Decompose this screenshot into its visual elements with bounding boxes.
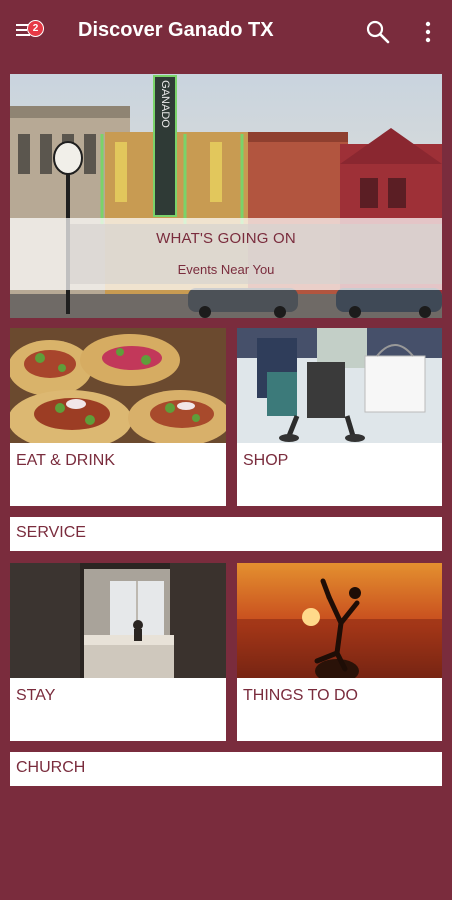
events-overlay: WHAT'S GOING ON Events Near You (10, 218, 442, 290)
overflow-menu-button[interactable] (418, 18, 438, 46)
more-vertical-icon (425, 21, 431, 43)
tile-label: STAY (16, 687, 56, 704)
events-title: WHAT'S GOING ON (156, 230, 296, 247)
tile-label: CHURCH (16, 759, 86, 776)
tile-service[interactable]: SERVICE (10, 517, 442, 551)
tile-eat-drink[interactable]: EAT & DRINK (10, 328, 226, 506)
tile-label: SERVICE (16, 524, 86, 541)
notification-badge: 2 (27, 20, 44, 37)
menu-button[interactable]: 2 (16, 18, 44, 44)
tacos-image (10, 328, 226, 443)
hotel-room-image (10, 563, 226, 678)
tile-things-to-do[interactable]: THINGS TO DO (237, 563, 442, 741)
menu-icon-line (16, 34, 30, 36)
sunset-jump-image (237, 563, 442, 678)
search-button[interactable] (364, 18, 392, 46)
search-icon (366, 20, 390, 44)
events-banner[interactable]: GANADO WHAT'S GOING ON Events Near You (10, 74, 442, 318)
menu-icon-line (16, 29, 27, 31)
app-bar: 2 Discover Ganado TX (0, 0, 452, 64)
tile-label: THINGS TO DO (243, 687, 358, 704)
tile-church[interactable]: CHURCH (10, 752, 442, 786)
tile-label: EAT & DRINK (16, 452, 115, 469)
tile-stay[interactable]: STAY (10, 563, 226, 741)
tile-label: SHOP (243, 452, 289, 469)
theater-sign-text: GANADO (159, 80, 171, 128)
events-subtitle: Events Near You (177, 262, 275, 277)
shopping-bags-image (237, 328, 442, 443)
page-title: Discover Ganado TX (78, 19, 274, 41)
tile-shop[interactable]: SHOP (237, 328, 442, 506)
